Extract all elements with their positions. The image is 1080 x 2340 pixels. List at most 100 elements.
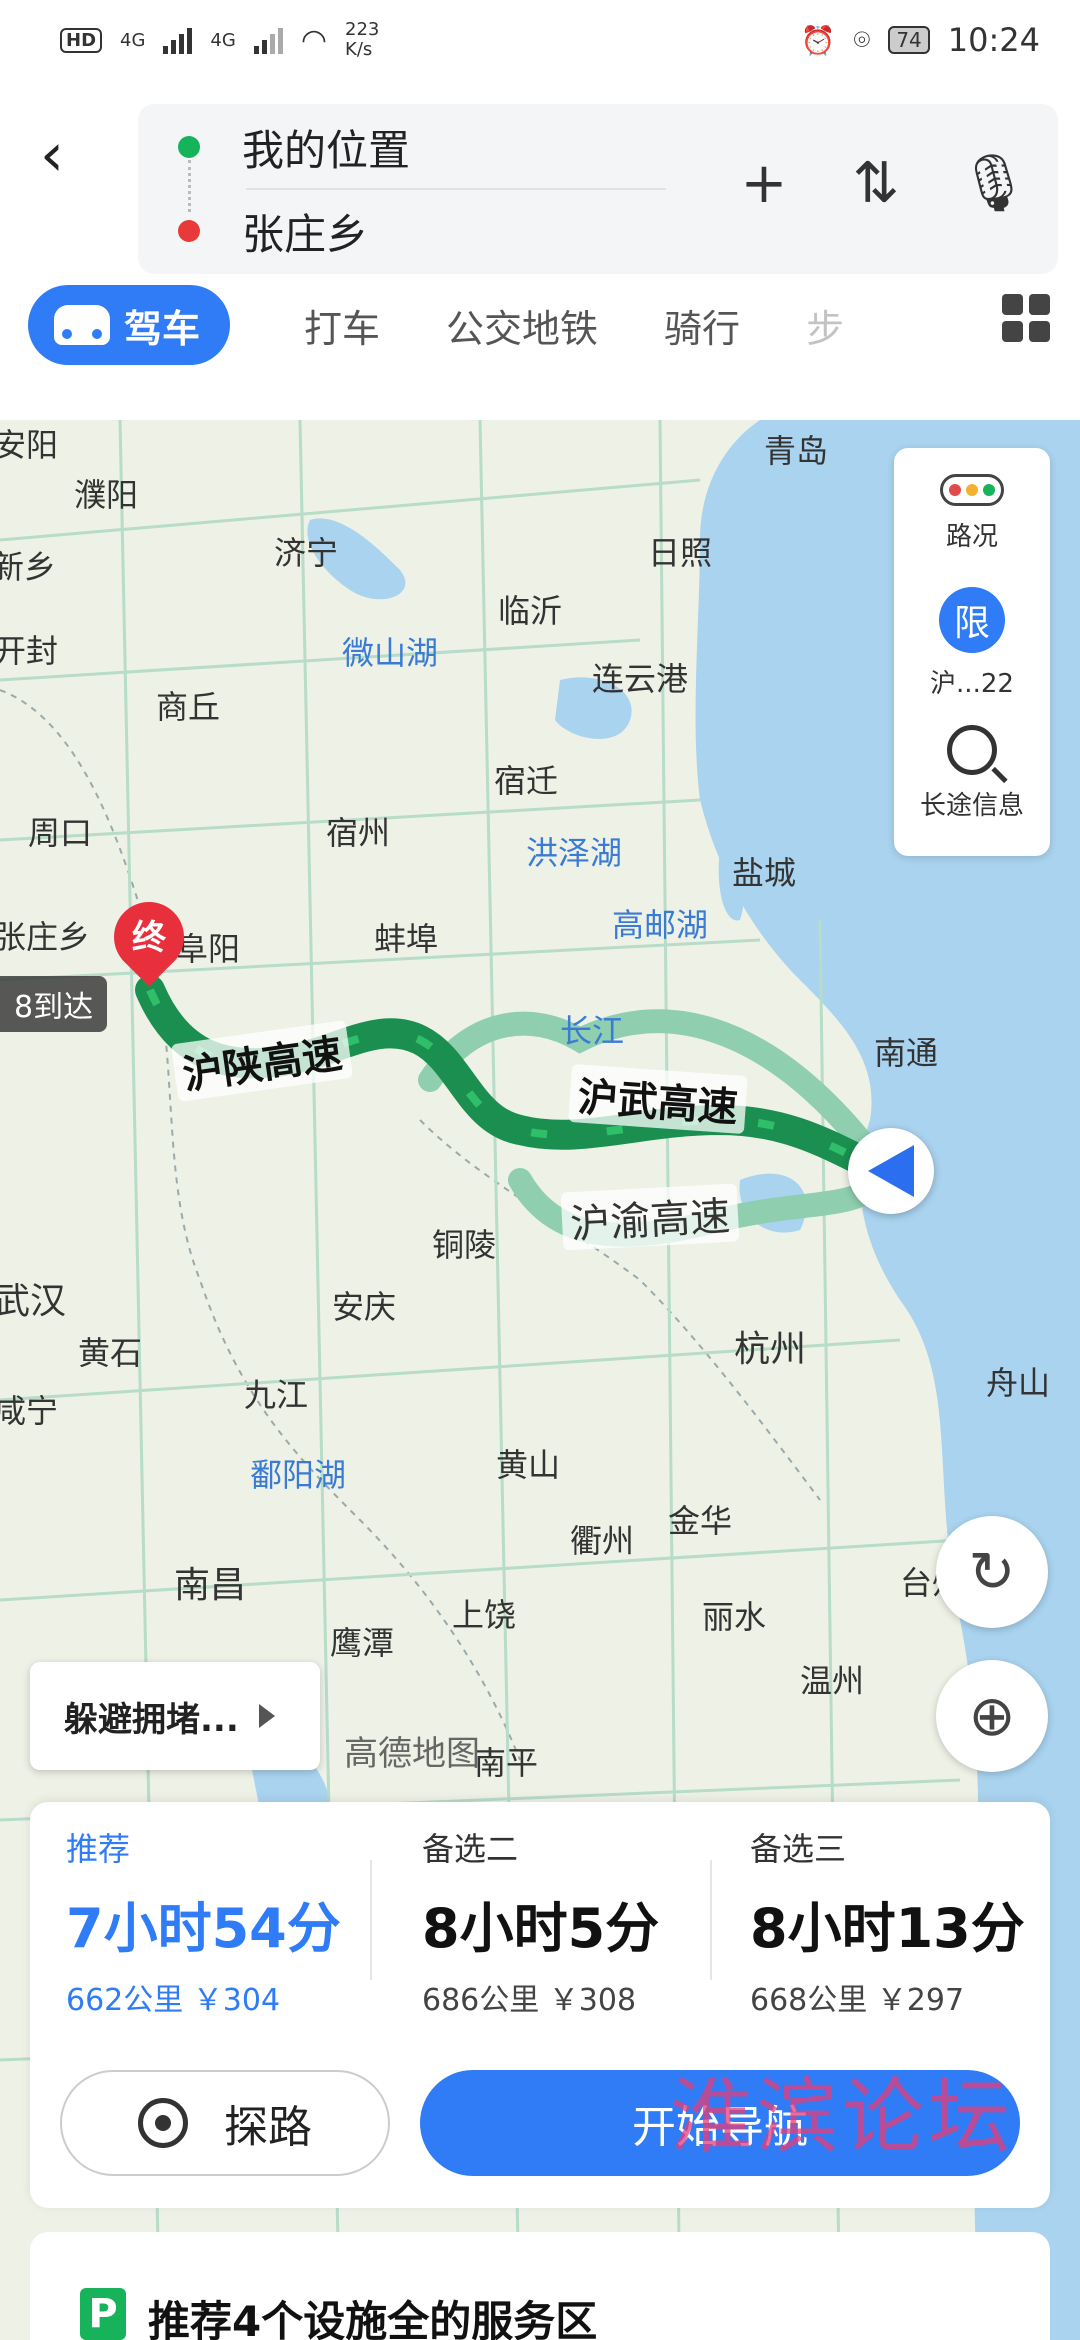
restriction-icon: 限 [939,586,1005,653]
tab-drive[interactable]: 驾车 [28,285,231,365]
map-label: 宿迁 [494,762,559,800]
refresh-button[interactable]: ↻ [936,1516,1048,1628]
tab-transit[interactable]: 公交地铁 [446,298,598,353]
map-label: 阜阳 [176,930,241,968]
route-option-label: 备选三 [750,1830,847,1868]
traffic-light-icon [940,473,1004,506]
origin-dot-icon [178,136,200,158]
origin-field[interactable]: 我的位置 [178,112,410,182]
long-trip-label: 长途信息 [919,790,1024,821]
route-option-2[interactable]: 备选二 8小时5分 686公里 ￥308 [422,1824,659,2018]
traffic-toggle[interactable]: 路况 [894,448,1050,578]
search-icon [947,724,997,775]
triangle-right-icon [258,1704,275,1728]
field-divider [246,188,666,190]
sim1-label: 4G [120,29,146,51]
service-area-text: 推荐4个设施全的服务区 [148,2297,598,2340]
route-header: ‹ 我的位置 张庄乡 + ⇅ 🎙 驾车 打车 公交地铁 骑行 步 [0,80,1080,420]
current-location-icon [848,1128,934,1214]
origin-text: 我的位置 [242,125,411,175]
traffic-label: 路况 [945,521,998,552]
map-label: 舟山 [986,1364,1051,1402]
microphone-icon[interactable]: 🎙 [958,144,1029,224]
speed-unit: K/s [345,39,373,60]
map-tools-panel: 路况 限 沪...22 长途信息 [894,448,1050,856]
network-speed: 223 K/s [345,20,379,60]
long-trip-info[interactable]: 长途信息 [894,708,1050,838]
status-bar: HD 4G 4G ◠ 223 K/s ⏰ ⌾ 74 10:24 [0,0,1080,80]
map-label: 南平 [474,1744,539,1782]
swap-route-button[interactable]: ⇅ [846,144,906,224]
map-label: 鹰潭 [330,1624,395,1662]
map-label: 蚌埠 [374,920,439,958]
map-label: 临沂 [498,592,563,630]
service-area-card[interactable]: P 推荐4个设施全的服务区 [30,2232,1050,2340]
map-label: 九江 [244,1376,309,1414]
map-label: 长江 [560,1012,625,1050]
map-label: 黄山 [496,1446,561,1484]
map-label: 安庆 [332,1288,397,1326]
back-arrow-icon: ‹ [40,120,64,190]
map-label: 黄石 [78,1334,143,1372]
map-label: 宿州 [326,814,391,852]
transport-tabs: 驾车 打车 公交地铁 骑行 步 [28,280,1068,370]
probe-route-button[interactable]: 探路 [60,2070,390,2176]
map-label: 盐城 [732,854,797,892]
back-button[interactable]: ‹ [40,120,90,190]
route-distance: 686公里 [422,1983,540,2018]
speed-value: 223 [345,19,380,40]
map-label: 南昌 [174,1565,247,1606]
clock: 10:24 [947,21,1040,59]
map-label: 日照 [648,534,713,572]
forum-watermark: 淮滨论坛 [670,2070,1015,2165]
destination-pin[interactable]: 终 [99,887,199,992]
map-label: 高邮湖 [612,906,709,944]
add-waypoint-button[interactable]: + [734,144,794,224]
map-label: 丽水 [702,1598,767,1636]
map-label: 青岛 [764,432,829,470]
map-label: 濮阳 [74,476,139,514]
option-divider [710,1860,712,1980]
map-label: 鄱阳湖 [250,1456,347,1494]
tab-bike[interactable]: 骑行 [664,298,740,353]
map-label: 新乡 [0,548,57,586]
map-label: 杭州 [734,1329,807,1370]
map-label: 济宁 [274,534,339,572]
map-label: 周口 [28,814,93,852]
avoid-congestion-button[interactable]: 躲避拥堵... [30,1662,320,1770]
map-label: 铜陵 [432,1226,497,1264]
route-option-time: 8小时13分 [750,1897,1025,1960]
route-cost: ￥304 [192,1983,281,2018]
route-option-detail: 668公里 ￥297 [750,1975,1025,2019]
map-label: 衢州 [570,1522,635,1560]
route-option-label: 备选二 [422,1830,519,1868]
route-option-3[interactable]: 备选三 8小时13分 668公里 ￥297 [750,1824,1025,2018]
tab-walk[interactable]: 步 [806,298,844,353]
map-label: 金华 [668,1502,733,1540]
probe-label: 探路 [224,2102,312,2153]
map-label: 微山湖 [342,634,439,672]
map-label: 张庄乡 [0,918,91,956]
route-distance: 668公里 [750,1983,868,2018]
route-option-recommended[interactable]: 推荐 7小时54分 662公里 ￥304 [66,1824,341,2018]
locate-button[interactable]: ⊕ [936,1660,1048,1772]
sim2-label: 4G [210,29,236,51]
map-label: 商丘 [156,688,221,726]
option-divider [370,1860,372,1980]
tab-taxi[interactable]: 打车 [304,298,380,353]
map-label: 南通 [874,1034,939,1072]
map-label: 上饶 [452,1596,517,1634]
destination-dot-icon [178,220,200,242]
map-label: 武汉 [0,1281,67,1322]
restriction-toggle[interactable]: 限 沪...22 [894,578,1050,708]
target-icon: ⊕ [968,1683,1016,1749]
map-label: 安阳 [0,426,59,464]
more-modes-icon[interactable] [1002,294,1050,342]
route-label-alt[interactable]: 沪渝高速 [560,1183,740,1251]
alarm-icon: ⏰ [800,23,836,57]
route-option-time: 7小时54分 [66,1897,341,1960]
avoid-congestion-label: 躲避拥堵... [64,1699,239,1740]
route-label-main[interactable]: 沪武高速 [568,1063,748,1135]
location-icon: ⌾ [853,23,871,56]
destination-field[interactable]: 张庄乡 [178,196,368,266]
